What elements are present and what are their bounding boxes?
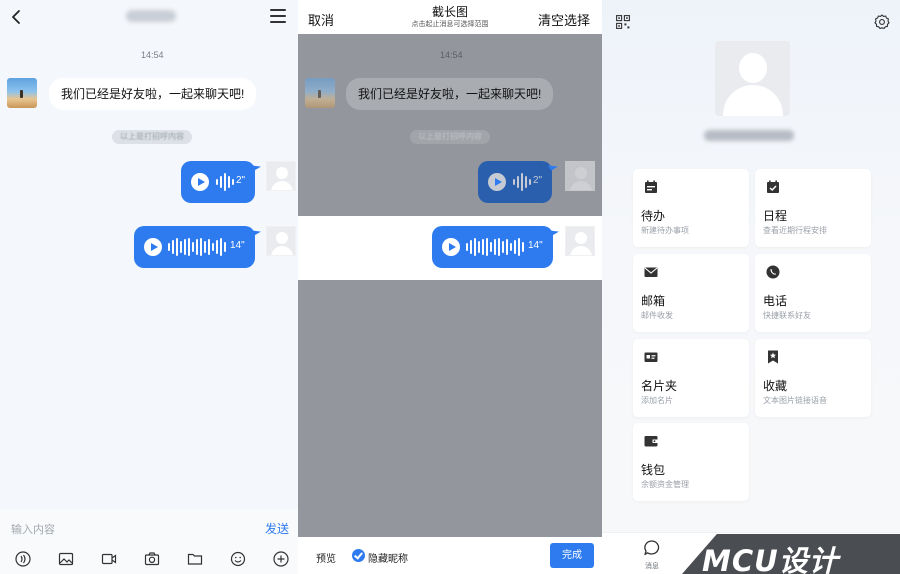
done-button[interactable]: 完成 <box>550 543 594 568</box>
card-calendar[interactable]: 日程 查看近期行程安排 <box>755 169 871 247</box>
my-avatar[interactable] <box>266 226 296 256</box>
message-input-bar: 输入内容 发送 <box>0 509 298 545</box>
my-avatar[interactable] <box>565 226 595 256</box>
play-icon[interactable] <box>442 238 460 256</box>
card-mail[interactable]: 邮箱 邮件收发 <box>633 254 749 332</box>
screenshot-footer: 预览 隐藏昵称 完成 <box>298 537 602 574</box>
gear-icon[interactable] <box>874 14 890 30</box>
preview-button[interactable]: 预览 <box>316 550 336 565</box>
folder-icon[interactable] <box>187 551 203 567</box>
incoming-message-bubble[interactable]: 我们已经是好友啦，一起来聊天吧! <box>49 78 257 110</box>
hide-nickname-label[interactable]: 隐藏昵称 <box>368 550 408 565</box>
voice-message-1[interactable]: 2" <box>478 161 552 203</box>
hide-nickname-checkbox[interactable] <box>352 549 365 562</box>
card-title: 钱包 <box>641 463 666 477</box>
card-title: 收藏 <box>763 379 788 393</box>
card-subtitle: 新建待办事项 <box>641 226 689 235</box>
tab-messages[interactable]: 消息 <box>632 539 672 571</box>
card-subtitle: 添加名片 <box>641 396 673 405</box>
emoji-icon[interactable] <box>230 551 246 567</box>
watermark-text: MCU设计 <box>702 544 839 574</box>
play-icon[interactable] <box>144 238 162 256</box>
phone-icon <box>766 265 780 279</box>
message-icon <box>644 540 660 556</box>
voice-wave-icon <box>168 237 226 257</box>
my-avatar[interactable] <box>266 161 296 191</box>
chat-contact-name-blurred <box>126 10 176 22</box>
card-subtitle: 文本图片链接语音 <box>763 396 827 405</box>
greeting-notice: 以上是打招呼内容 <box>410 130 490 144</box>
voice-message-2[interactable]: 14" <box>134 226 255 268</box>
calendar-icon <box>767 180 779 193</box>
profile-panel: 待办 新建待办事项 日程 查看近期行程安排 邮箱 邮件收发 电话 快捷联系好友 <box>602 0 900 574</box>
card-subtitle: 邮件收发 <box>641 311 673 320</box>
card-subtitle: 快捷联系好友 <box>763 311 811 320</box>
watermark-logo: MCU设计 <box>682 534 900 574</box>
message-time: 14:54 <box>141 50 164 60</box>
card-title: 日程 <box>763 209 788 223</box>
voice-duration: 14" <box>528 240 543 251</box>
play-icon <box>488 173 506 191</box>
card-wallet[interactable]: 钱包 余额资金管理 <box>633 423 749 501</box>
todo-icon <box>645 180 657 193</box>
wallet-icon <box>644 436 658 447</box>
long-screenshot-panel: 取消 截长图 点击起止消息可选择范围 清空选择 14:54 我们已经是好友啦，一… <box>298 0 602 574</box>
screenshot-header: 取消 截长图 点击起止消息可选择范围 清空选择 <box>298 0 602 34</box>
chat-toolbar <box>0 545 298 574</box>
card-title: 名片夹 <box>641 379 678 393</box>
unselected-region-bottom[interactable] <box>298 280 602 537</box>
chat-header <box>0 0 298 34</box>
card-favorite[interactable]: 收藏 文本图片链接语音 <box>755 339 871 417</box>
voice-wave-icon <box>513 172 531 192</box>
card-card-holder[interactable]: 名片夹 添加名片 <box>633 339 749 417</box>
card-phone[interactable]: 电话 快捷联系好友 <box>755 254 871 332</box>
image-icon[interactable] <box>58 551 74 567</box>
message-time: 14:54 <box>440 50 463 60</box>
greeting-notice: 以上是打招呼内容 <box>112 130 192 144</box>
card-title: 待办 <box>641 209 666 223</box>
favorite-icon <box>768 350 778 364</box>
card-title: 电话 <box>763 294 788 308</box>
contact-avatar <box>305 78 335 108</box>
voice-message-2-selected[interactable]: 14" <box>432 226 553 268</box>
contact-avatar[interactable] <box>7 78 37 108</box>
profile-username-blurred <box>704 130 794 141</box>
message-input[interactable]: 输入内容 <box>11 521 55 537</box>
voice-duration: 2" <box>533 175 543 186</box>
qr-code-icon[interactable] <box>616 15 630 29</box>
mail-icon <box>644 267 658 277</box>
card-subtitle: 查看近期行程安排 <box>763 226 827 235</box>
clear-selection-button[interactable]: 清空选择 <box>538 10 590 29</box>
card-subtitle: 余额资金管理 <box>641 480 689 489</box>
back-arrow-icon[interactable] <box>8 8 26 26</box>
voice-duration: 14" <box>230 240 245 251</box>
video-icon[interactable] <box>101 551 117 567</box>
play-icon[interactable] <box>191 173 209 191</box>
tab-label: 消息 <box>645 563 659 570</box>
card-title: 邮箱 <box>641 294 666 308</box>
plus-icon[interactable] <box>273 551 289 567</box>
voice-input-icon[interactable] <box>15 551 31 567</box>
card-todo[interactable]: 待办 新建待办事项 <box>633 169 749 247</box>
voice-message-1[interactable]: 2" <box>181 161 255 203</box>
menu-icon[interactable] <box>270 9 286 23</box>
unselected-region-top[interactable] <box>298 34 602 216</box>
card-holder-icon <box>644 352 658 362</box>
chat-panel: 14:54 我们已经是好友啦，一起来聊天吧! 以上是打招呼内容 2" 14" 输… <box>0 0 298 574</box>
voice-wave-icon <box>466 237 524 257</box>
voice-duration: 2" <box>236 175 246 186</box>
my-avatar <box>565 161 595 191</box>
send-button[interactable]: 发送 <box>265 520 289 537</box>
incoming-message-bubble[interactable]: 我们已经是好友啦，一起来聊天吧! <box>346 78 554 110</box>
profile-avatar[interactable] <box>715 41 790 116</box>
voice-wave-icon <box>216 172 234 192</box>
camera-icon[interactable] <box>144 551 160 567</box>
